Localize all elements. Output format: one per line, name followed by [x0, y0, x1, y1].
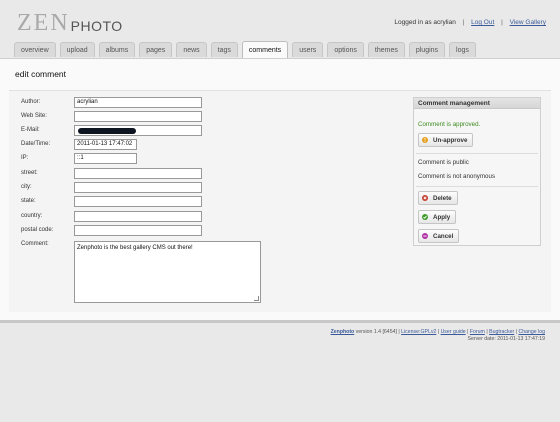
logo-photo: PHOTO — [70, 18, 123, 34]
footer-links: Zenphoto version 1.4 [6454] | License:GP… — [331, 329, 545, 336]
resize-grip-icon[interactable] — [254, 296, 259, 301]
license-link[interactable]: License:GPLv2 — [401, 329, 436, 335]
website-label: Web Site: — [21, 113, 47, 119]
bugtracker-link[interactable]: Bugtracker — [489, 329, 514, 335]
street-input[interactable] — [74, 168, 202, 179]
country-input[interactable] — [74, 211, 202, 222]
anonymous-status: Comment is not anonymous — [418, 173, 496, 180]
street-label: street: — [21, 170, 38, 176]
tab-news[interactable]: news — [176, 42, 207, 57]
public-status: Comment is public — [418, 159, 469, 166]
ip-label: IP: — [21, 155, 29, 161]
cancel-icon — [422, 233, 428, 239]
email-label: E-Mail: — [21, 127, 40, 133]
comment-management-title: Comment management — [414, 98, 540, 109]
tab-tags[interactable]: tags — [210, 42, 238, 57]
edit-comment-form: Author: acrylian Web Site: E-Mail: Date/… — [9, 90, 551, 312]
datetime-input[interactable]: 2011-01-13 17:47:02 — [74, 139, 137, 150]
separator: | — [462, 19, 465, 26]
ip-input[interactable]: ::1 — [74, 153, 137, 164]
page-title: edit comment — [15, 69, 67, 79]
redacted-email — [78, 128, 136, 134]
comment-text: Zenphoto is the best gallery CMS out the… — [77, 245, 193, 251]
state-label: state: — [21, 198, 36, 204]
city-label: city: — [21, 184, 32, 190]
tab-upload[interactable]: upload — [59, 42, 95, 57]
author-input[interactable]: acrylian — [74, 97, 202, 108]
tab-plugins[interactable]: plugins — [408, 42, 446, 57]
datetime-label: Date/Time: — [21, 141, 51, 147]
logged-in-text: Logged in as acrylian — [394, 19, 456, 26]
tab-options[interactable]: options — [327, 42, 364, 57]
tab-overview[interactable]: overview — [14, 42, 56, 57]
admin-tabs: overview upload albums pages news tags c… — [14, 41, 480, 58]
view-gallery-link[interactable]: View Gallery — [510, 19, 546, 26]
city-input[interactable] — [74, 182, 202, 193]
check-icon — [422, 214, 428, 220]
author-label: Author: — [21, 99, 41, 105]
zenphoto-logo[interactable]: ZEN PHOTO — [17, 10, 123, 36]
delete-button[interactable]: Delete — [418, 191, 458, 205]
unapprove-label: Un-approve — [433, 136, 468, 144]
apply-button[interactable]: Apply — [418, 210, 457, 224]
cancel-label: Cancel — [433, 232, 454, 240]
header: ZEN PHOTO Logged in as acrylian | Log Out… — [0, 0, 560, 42]
server-date: Server date: 2011-01-13 17:47:19 — [467, 335, 545, 342]
changelog-link[interactable]: Change log — [518, 329, 545, 335]
cancel-button[interactable]: Cancel — [418, 229, 460, 243]
approval-status: Comment is approved. — [418, 121, 481, 128]
logo-zen: ZEN — [17, 10, 70, 36]
version-text: version 1.4 [6454] | — [354, 329, 402, 335]
tab-themes[interactable]: themes — [367, 42, 405, 57]
tab-logs[interactable]: logs — [449, 42, 476, 57]
postal-label: postal code: — [21, 227, 54, 233]
divider — [416, 153, 538, 154]
apply-label: Apply — [433, 213, 451, 221]
comment-label: Comment: — [21, 241, 49, 247]
tab-comments[interactable]: comments — [241, 41, 289, 58]
delete-label: Delete — [433, 194, 452, 202]
website-input[interactable] — [74, 111, 202, 122]
state-input[interactable] — [74, 196, 202, 207]
divider — [416, 186, 538, 187]
postal-input[interactable] — [74, 225, 202, 236]
separator: | — [501, 19, 503, 26]
forum-link[interactable]: Forum — [470, 329, 485, 335]
delete-icon — [422, 195, 428, 201]
tab-pages[interactable]: pages — [139, 42, 173, 57]
user-guide-link[interactable]: User guide — [441, 329, 466, 335]
country-label: country: — [21, 213, 43, 219]
user-links: Logged in as acrylian | Log Out | View G… — [394, 19, 546, 26]
main-panel: edit comment Author: acrylian Web Site: … — [0, 58, 560, 323]
tab-users[interactable]: users — [292, 42, 324, 57]
zenphoto-link[interactable]: Zenphoto — [331, 329, 355, 335]
tab-albums[interactable]: albums — [98, 42, 136, 57]
email-input[interactable] — [74, 125, 202, 136]
logout-link[interactable]: Log Out — [471, 19, 494, 26]
unapprove-button[interactable]: Un-approve — [418, 133, 474, 147]
comment-textarea[interactable]: Zenphoto is the best gallery CMS out the… — [74, 241, 261, 303]
footer: Zenphoto version 1.4 [6454] | License:GP… — [331, 329, 545, 342]
comment-management-box: Comment management Comment is approved. … — [413, 97, 541, 246]
warning-icon — [422, 137, 428, 143]
